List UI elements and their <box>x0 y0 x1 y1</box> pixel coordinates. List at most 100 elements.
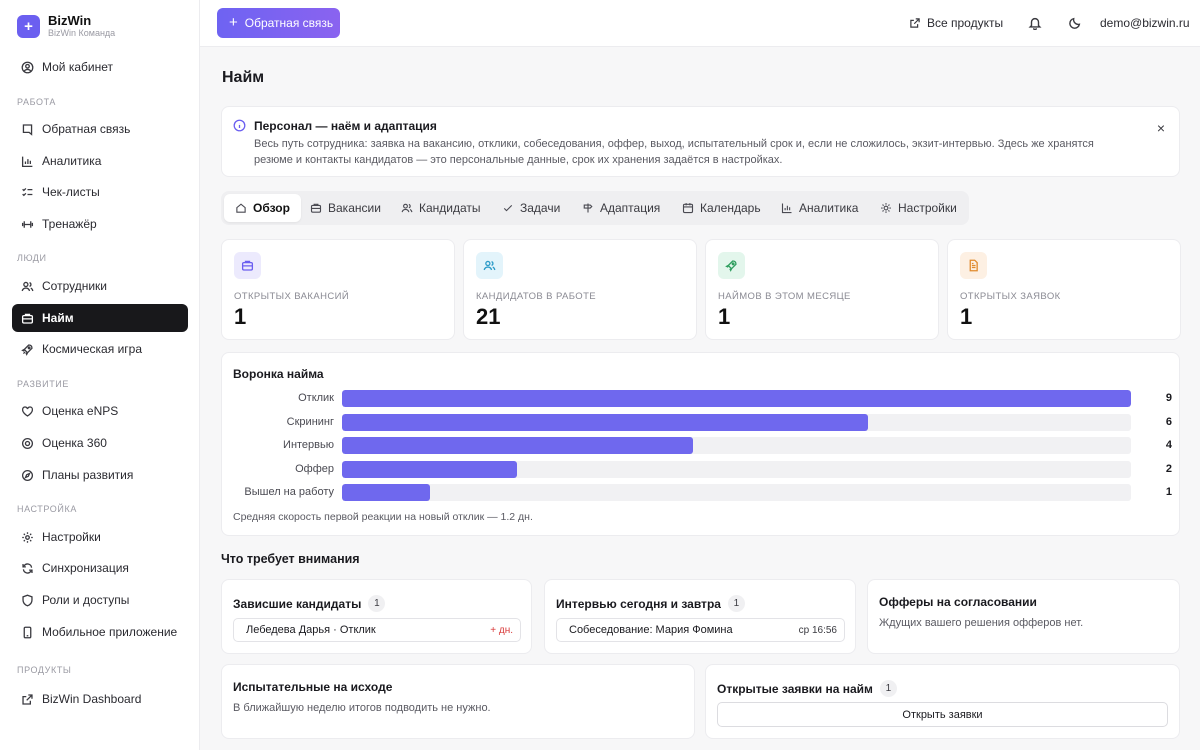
calendar-icon <box>682 203 694 214</box>
funnel-row: Скрининг 6 <box>222 413 1181 432</box>
funnel-stage-value: 1 <box>1165 486 1172 498</box>
hiring-funnel: Воронка найма Отклик 9 Скрининг 6 Интервью 4 О… <box>221 352 1180 536</box>
sidebar-item-analytics[interactable]: Аналитика <box>12 147 188 175</box>
attention-title: Что требует внимания <box>221 552 360 566</box>
shield-icon <box>21 594 34 607</box>
stat-open-requests[interactable]: ОТКРЫТЫХ ЗАЯВОК 1 <box>947 239 1181 340</box>
tab-adaptation[interactable]: Адаптация <box>571 194 671 222</box>
close-icon[interactable]: × <box>1157 120 1165 136</box>
signpost-icon <box>583 203 593 213</box>
moon-icon[interactable] <box>1068 16 1082 30</box>
feedback-button[interactable]: + Обратная связь <box>217 8 340 38</box>
card-title: Зависшие кандидаты <box>233 596 362 611</box>
info-banner: Персонал — наём и адаптация Весь путь со… <box>221 106 1180 177</box>
sidebar-item-roles[interactable]: Роли и доступы <box>12 586 188 614</box>
tab-settings[interactable]: Настройки <box>869 194 968 222</box>
tab-label: Кандидаты <box>419 201 481 215</box>
all-products-label: Все продукты <box>927 16 1004 30</box>
brand-logo: + <box>17 15 40 38</box>
funnel-track <box>342 390 1131 407</box>
external-link-icon <box>910 18 920 28</box>
funnel-track <box>342 484 1131 501</box>
sidebar-item-label: Чек-листы <box>42 185 100 199</box>
sidebar-item-employees[interactable]: Сотрудники <box>12 272 188 300</box>
count-badge: 1 <box>879 680 897 697</box>
funnel-bar <box>342 484 430 501</box>
count-badge: 1 <box>727 595 745 612</box>
tab-overview[interactable]: Обзор <box>224 194 301 222</box>
list-item[interactable]: Собеседование: Мария Фомина ср 16:56 <box>556 618 845 642</box>
user-email[interactable]: demo@bizwin.ru <box>1100 16 1190 30</box>
sidebar-item-trainer[interactable]: Тренажёр <box>12 210 188 238</box>
rocket-icon <box>21 343 34 356</box>
open-requests-button[interactable]: Открыть заявки <box>717 702 1168 727</box>
funnel-track <box>342 437 1131 454</box>
sidebar-item-label: Мой кабинет <box>42 60 114 74</box>
sidebar-item-sync[interactable]: Синхронизация <box>12 554 188 582</box>
users-icon <box>401 203 413 213</box>
sidebar-item-enps[interactable]: Оценка eNPS <box>12 397 188 425</box>
sidebar-item-checklists[interactable]: Чек-листы <box>12 178 188 206</box>
candidate-name: Лебедева Дарья · Отклик <box>246 624 376 636</box>
stat-icon-bg <box>718 252 745 279</box>
stat-label: ОТКРЫТЫХ ЗАЯВОК <box>960 291 1061 302</box>
count-badge: 1 <box>368 595 386 612</box>
stat-icon-bg <box>476 252 503 279</box>
dumbbell-icon <box>21 218 34 231</box>
tab-label: Календарь <box>700 201 761 215</box>
briefcase-icon <box>21 312 34 325</box>
funnel-row: Оффер 2 <box>222 460 1181 479</box>
sidebar-item-space-game[interactable]: Космическая игра <box>12 335 188 363</box>
sidebar-item-hiring[interactable]: Найм <box>12 304 188 332</box>
all-products-link[interactable]: Все продукты <box>909 16 1003 30</box>
stat-label: НАЙМОВ В ЭТОМ МЕСЯЦЕ <box>718 291 851 302</box>
tab-vacancies[interactable]: Вакансии <box>299 194 392 222</box>
tab-label: Обзор <box>253 201 290 215</box>
interview-time: ср 16:56 <box>798 624 837 636</box>
sidebar-item-360[interactable]: Оценка 360 <box>12 429 188 457</box>
empty-state: В ближайшую неделю итогов подводить не н… <box>233 702 491 714</box>
interviews-card: Интервью сегодня и завтра 1 Собеседование… <box>544 579 856 654</box>
interview-name: Собеседование: Мария Фомина <box>569 624 733 636</box>
tab-analytics[interactable]: Аналитика <box>770 194 869 222</box>
sidebar-item-label: Сотрудники <box>42 279 107 293</box>
sidebar: + BizWin BizWin Команда Мой кабинет РАБО… <box>0 0 200 750</box>
sidebar-item-bizwin-dashboard[interactable]: BizWin Dashboard <box>12 685 188 713</box>
tab-label: Аналитика <box>799 201 859 215</box>
stat-open-vacancies[interactable]: ОТКРЫТЫХ ВАКАНСИЙ 1 <box>221 239 455 340</box>
sun-gear-icon <box>881 203 891 213</box>
sidebar-item-feedback[interactable]: Обратная связь <box>12 115 188 143</box>
users-icon <box>21 280 34 293</box>
tab-tasks[interactable]: Задачи <box>491 194 571 222</box>
sidebar-item-label: Планы развития <box>42 468 134 482</box>
sidebar-item-settings[interactable]: Настройки <box>12 523 188 551</box>
sidebar-item-my-cabinet[interactable]: Мой кабинет <box>12 53 188 81</box>
feedback-icon <box>21 123 34 136</box>
sidebar-item-label: Мобильное приложение <box>42 625 178 639</box>
top-header: + Обратная связь Все продукты demo@bizwi… <box>200 0 1200 47</box>
gear-icon <box>21 531 34 544</box>
list-item[interactable]: Лебедева Дарья · Отклик + дн. <box>233 618 521 642</box>
sidebar-section-work: РАБОТА <box>17 97 57 107</box>
stat-candidates-in-progress[interactable]: КАНДИДАТОВ В РАБОТЕ 21 <box>463 239 697 340</box>
sidebar-item-label: Оценка 360 <box>42 436 107 450</box>
bell-icon[interactable] <box>1028 16 1042 31</box>
tab-label: Вакансии <box>328 201 381 215</box>
document-icon <box>969 259 978 272</box>
brand-name: BizWin <box>48 13 92 28</box>
tab-calendar[interactable]: Календарь <box>671 194 772 222</box>
checklist-icon <box>21 186 34 199</box>
sidebar-item-label: Тренажёр <box>42 217 97 231</box>
info-title: Персонал — наём и адаптация <box>254 119 437 133</box>
info-body: Весь путь сотрудника: заявка на вакансию… <box>254 138 1094 166</box>
sidebar-item-mobile-app[interactable]: Мобильное приложение <box>12 618 188 646</box>
tab-candidates[interactable]: Кандидаты <box>390 194 492 222</box>
sidebar-section-development: РАЗВИТИЕ <box>17 379 69 389</box>
funnel-row: Отклик 9 <box>222 390 1181 408</box>
stat-label: ОТКРЫТЫХ ВАКАНСИЙ <box>234 291 350 302</box>
tab-bar: Обзор Вакансии Кандидаты Задачи Адаптаци… <box>221 191 969 225</box>
sidebar-item-dev-plans[interactable]: Планы развития <box>12 461 188 489</box>
brand[interactable]: + BizWin BizWin Команда <box>17 14 115 39</box>
stat-hires-this-month[interactable]: НАЙМОВ В ЭТОМ МЕСЯЦЕ 1 <box>705 239 939 340</box>
empty-state: Ждущих вашего решения офферов нет. <box>879 617 1084 629</box>
